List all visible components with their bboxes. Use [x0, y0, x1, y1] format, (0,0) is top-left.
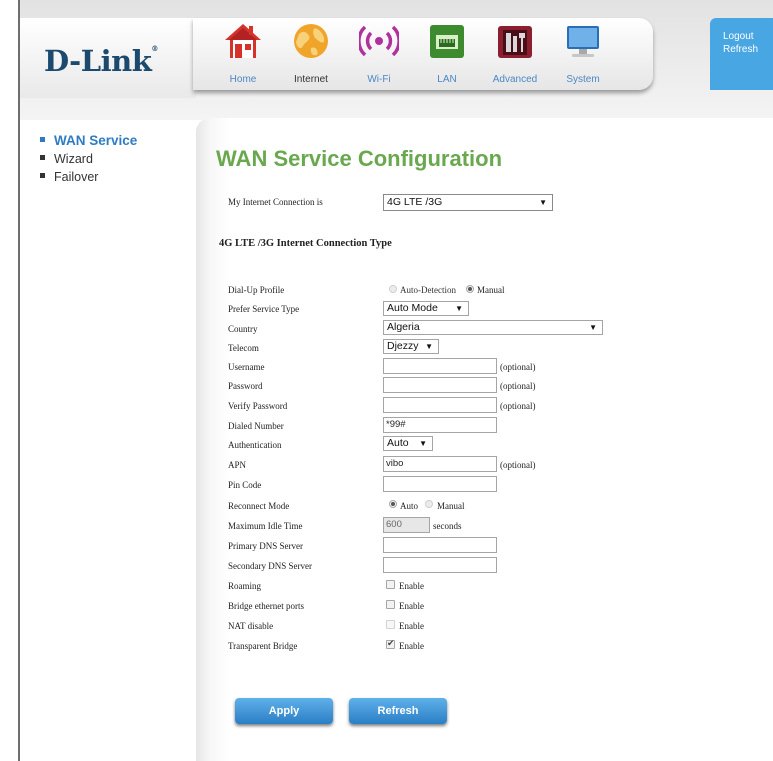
dropdown-arrow-icon: ▼ — [589, 323, 597, 332]
password-optional: (optional) — [500, 381, 536, 391]
nat-disable-checkbox[interactable] — [386, 620, 395, 629]
username-label: Username — [228, 362, 265, 372]
apn-optional: (optional) — [500, 460, 536, 470]
max-idle-unit: seconds — [433, 521, 462, 531]
transparent-bridge-enable-label: Enable — [399, 641, 424, 651]
page-title: WAN Service Configuration — [216, 146, 503, 171]
reconnect-auto-label: Auto — [400, 501, 418, 511]
user-panel: Logout Refresh — [710, 18, 773, 90]
auto-detection-label: Auto-Detection — [400, 285, 456, 295]
lan-port-icon — [427, 22, 467, 60]
bridge-ports-checkbox[interactable] — [386, 600, 395, 609]
verify-password-input[interactable] — [383, 397, 497, 413]
telecom-select[interactable]: Djezzy ▼ — [383, 339, 439, 354]
top-nav-bar: Home Internet Wi-Fi LAN Advanced System — [193, 18, 653, 90]
refresh-link[interactable]: Refresh — [723, 43, 773, 56]
tools-icon — [495, 22, 535, 60]
transparent-bridge-checkbox[interactable] — [386, 638, 395, 649]
bridge-ports-enable-label: Enable — [399, 601, 424, 611]
primary-dns-input[interactable] — [383, 537, 497, 553]
bullet-icon — [40, 155, 45, 161]
max-idle-label: Maximum Idle Time — [228, 521, 303, 531]
sidebar-item-wan-service[interactable]: WAN Service — [40, 132, 137, 150]
manual-radio[interactable] — [466, 285, 474, 293]
wifi-icon — [357, 22, 401, 60]
reconnect-mode-label: Reconnect Mode — [228, 501, 290, 511]
dropdown-arrow-icon: ▼ — [425, 342, 433, 351]
secondary-dns-label: Secondary DNS Server — [228, 561, 312, 571]
telecom-label: Telecom — [228, 343, 259, 353]
bullet-icon — [40, 173, 45, 179]
password-input[interactable] — [383, 377, 497, 393]
sidebar-item-wizard[interactable]: Wizard — [40, 150, 137, 168]
dlink-logo: D-Link® — [44, 44, 158, 78]
nav-item-internet[interactable]: Internet — [281, 22, 341, 86]
authentication-label: Authentication — [228, 440, 282, 450]
globe-icon — [291, 22, 331, 60]
apn-label: APN — [228, 460, 247, 470]
reconnect-manual-radio[interactable] — [425, 500, 433, 508]
roaming-enable-label: Enable — [399, 581, 424, 591]
apn-input[interactable]: vibo — [383, 456, 497, 472]
verify-password-label: Verify Password — [228, 401, 288, 411]
home-icon — [223, 22, 263, 60]
nav-item-home[interactable]: Home — [213, 22, 273, 86]
apply-button[interactable]: Apply — [235, 698, 333, 724]
password-label: Password — [228, 381, 263, 391]
prefer-service-select[interactable]: Auto Mode ▼ — [383, 301, 469, 316]
dialed-number-label: Dialed Number — [228, 421, 284, 431]
nav-item-lan[interactable]: LAN — [417, 22, 477, 86]
nat-disable-label: NAT disable — [228, 621, 274, 631]
nav-item-advanced[interactable]: Advanced — [485, 22, 545, 86]
prefer-service-label: Prefer Service Type — [228, 304, 300, 314]
dropdown-arrow-icon: ▼ — [539, 198, 547, 207]
section-title: 4G LTE /3G Internet Connection Type — [219, 238, 392, 249]
country-select[interactable]: Algeria ▼ — [383, 320, 603, 335]
transparent-bridge-label: Transparent Bridge — [228, 641, 298, 651]
connection-type-select[interactable]: 4G LTE /3G ▼ — [383, 194, 553, 211]
authentication-select[interactable]: Auto ▼ — [383, 436, 433, 451]
max-idle-input[interactable]: 600 — [383, 517, 430, 533]
monitor-icon — [563, 22, 603, 60]
username-optional: (optional) — [500, 362, 536, 372]
country-label: Country — [228, 324, 258, 334]
sidebar-menu: WAN Service Wizard Failover — [40, 132, 137, 186]
verify-password-optional: (optional) — [500, 401, 536, 411]
roaming-label: Roaming — [228, 581, 261, 591]
pin-code-label: Pin Code — [228, 480, 262, 490]
reconnect-auto-radio[interactable] — [389, 500, 397, 508]
primary-dns-label: Primary DNS Server — [228, 541, 303, 551]
sidebar-item-failover[interactable]: Failover — [40, 168, 137, 186]
bullet-icon — [40, 136, 45, 142]
nat-disable-enable-label: Enable — [399, 621, 424, 631]
pin-code-input[interactable] — [383, 476, 497, 492]
nav-item-wifi[interactable]: Wi-Fi — [349, 22, 409, 86]
refresh-button[interactable]: Refresh — [349, 698, 447, 724]
nav-item-system[interactable]: System — [553, 22, 613, 86]
content-panel — [196, 118, 773, 761]
connection-label: My Internet Connection is — [228, 197, 323, 207]
dropdown-arrow-icon: ▼ — [419, 439, 427, 448]
reconnect-manual-label: Manual — [437, 501, 465, 511]
username-input[interactable] — [383, 358, 497, 374]
manual-label: Manual — [477, 285, 505, 295]
logout-link[interactable]: Logout — [723, 30, 773, 43]
dialup-profile-label: Dial-Up Profile — [228, 285, 285, 295]
secondary-dns-input[interactable] — [383, 557, 497, 573]
dialed-number-input[interactable]: *99# — [383, 417, 497, 433]
dropdown-arrow-icon: ▼ — [455, 304, 463, 313]
roaming-checkbox[interactable] — [386, 580, 395, 589]
auto-detection-radio[interactable] — [389, 285, 397, 293]
bridge-ports-label: Bridge ethernet ports — [228, 601, 304, 611]
